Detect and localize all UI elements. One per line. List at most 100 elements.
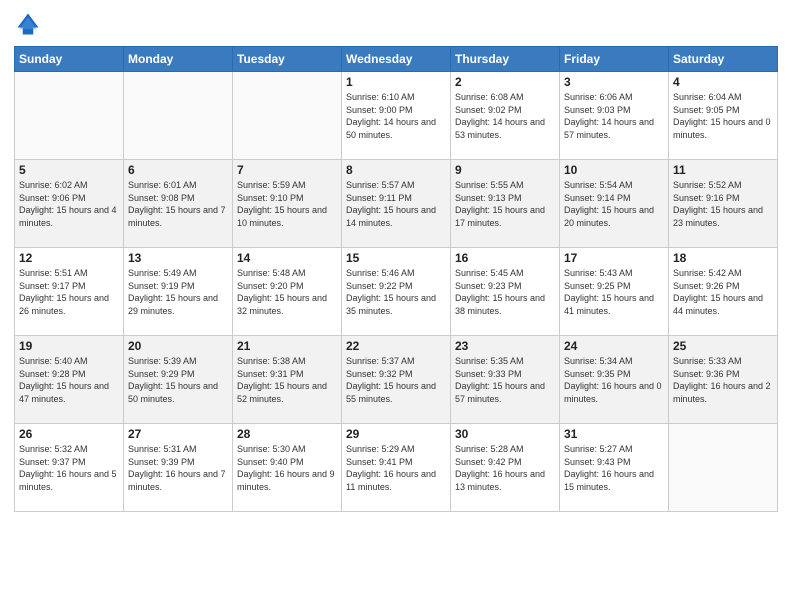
- day-number: 30: [455, 427, 555, 441]
- calendar-cell: 16 Sunrise: 5:45 AM Sunset: 9:23 PM Dayli…: [451, 248, 560, 336]
- calendar-cell: 25 Sunrise: 5:33 AM Sunset: 9:36 PM Dayli…: [669, 336, 778, 424]
- calendar-cell: 31 Sunrise: 5:27 AM Sunset: 9:43 PM Dayli…: [560, 424, 669, 512]
- calendar-cell: 26 Sunrise: 5:32 AM Sunset: 9:37 PM Dayli…: [15, 424, 124, 512]
- day-detail: Sunrise: 5:46 AM Sunset: 9:22 PM Dayligh…: [346, 267, 446, 317]
- calendar-cell: 24 Sunrise: 5:34 AM Sunset: 9:35 PM Dayli…: [560, 336, 669, 424]
- day-number: 8: [346, 163, 446, 177]
- day-number: 26: [19, 427, 119, 441]
- day-number: 20: [128, 339, 228, 353]
- day-number: 6: [128, 163, 228, 177]
- day-detail: Sunrise: 5:51 AM Sunset: 9:17 PM Dayligh…: [19, 267, 119, 317]
- day-detail: Sunrise: 6:06 AM Sunset: 9:03 PM Dayligh…: [564, 91, 664, 141]
- day-number: 17: [564, 251, 664, 265]
- day-number: 1: [346, 75, 446, 89]
- calendar-cell: 10 Sunrise: 5:54 AM Sunset: 9:14 PM Dayli…: [560, 160, 669, 248]
- day-detail: Sunrise: 6:04 AM Sunset: 9:05 PM Dayligh…: [673, 91, 773, 141]
- calendar-cell: 1 Sunrise: 6:10 AM Sunset: 9:00 PM Daylig…: [342, 72, 451, 160]
- page: SundayMondayTuesdayWednesdayThursdayFrid…: [0, 0, 792, 612]
- calendar-cell: [669, 424, 778, 512]
- day-detail: Sunrise: 5:40 AM Sunset: 9:28 PM Dayligh…: [19, 355, 119, 405]
- calendar-cell: 30 Sunrise: 5:28 AM Sunset: 9:42 PM Dayli…: [451, 424, 560, 512]
- weekday-header: Monday: [124, 47, 233, 72]
- day-number: 24: [564, 339, 664, 353]
- calendar-cell: [233, 72, 342, 160]
- day-detail: Sunrise: 5:32 AM Sunset: 9:37 PM Dayligh…: [19, 443, 119, 493]
- day-number: 29: [346, 427, 446, 441]
- day-number: 23: [455, 339, 555, 353]
- calendar-cell: [15, 72, 124, 160]
- day-detail: Sunrise: 5:42 AM Sunset: 9:26 PM Dayligh…: [673, 267, 773, 317]
- weekday-header: Friday: [560, 47, 669, 72]
- day-detail: Sunrise: 5:28 AM Sunset: 9:42 PM Dayligh…: [455, 443, 555, 493]
- day-number: 14: [237, 251, 337, 265]
- day-detail: Sunrise: 5:55 AM Sunset: 9:13 PM Dayligh…: [455, 179, 555, 229]
- day-detail: Sunrise: 5:31 AM Sunset: 9:39 PM Dayligh…: [128, 443, 228, 493]
- day-number: 5: [19, 163, 119, 177]
- day-detail: Sunrise: 5:30 AM Sunset: 9:40 PM Dayligh…: [237, 443, 337, 493]
- day-number: 27: [128, 427, 228, 441]
- calendar-cell: 20 Sunrise: 5:39 AM Sunset: 9:29 PM Dayli…: [124, 336, 233, 424]
- day-detail: Sunrise: 6:10 AM Sunset: 9:00 PM Dayligh…: [346, 91, 446, 141]
- header: [14, 10, 778, 38]
- day-number: 9: [455, 163, 555, 177]
- day-number: 2: [455, 75, 555, 89]
- day-number: 16: [455, 251, 555, 265]
- day-number: 13: [128, 251, 228, 265]
- calendar-cell: 18 Sunrise: 5:42 AM Sunset: 9:26 PM Dayli…: [669, 248, 778, 336]
- day-detail: Sunrise: 5:45 AM Sunset: 9:23 PM Dayligh…: [455, 267, 555, 317]
- day-detail: Sunrise: 5:27 AM Sunset: 9:43 PM Dayligh…: [564, 443, 664, 493]
- day-number: 10: [564, 163, 664, 177]
- day-detail: Sunrise: 5:37 AM Sunset: 9:32 PM Dayligh…: [346, 355, 446, 405]
- day-detail: Sunrise: 5:54 AM Sunset: 9:14 PM Dayligh…: [564, 179, 664, 229]
- calendar-cell: [124, 72, 233, 160]
- calendar-cell: 8Sunrise: 5:57 AM Sunset: 9:11 PM Daylig…: [342, 160, 451, 248]
- day-detail: Sunrise: 5:33 AM Sunset: 9:36 PM Dayligh…: [673, 355, 773, 405]
- calendar-cell: 22 Sunrise: 5:37 AM Sunset: 9:32 PM Dayli…: [342, 336, 451, 424]
- day-detail: Sunrise: 5:48 AM Sunset: 9:20 PM Dayligh…: [237, 267, 337, 317]
- day-detail: Sunrise: 6:08 AM Sunset: 9:02 PM Dayligh…: [455, 91, 555, 141]
- calendar-cell: 13 Sunrise: 5:49 AM Sunset: 9:19 PM Dayli…: [124, 248, 233, 336]
- day-detail: Sunrise: 5:35 AM Sunset: 9:33 PM Dayligh…: [455, 355, 555, 405]
- calendar-cell: 3Sunrise: 6:06 AM Sunset: 9:03 PM Daylig…: [560, 72, 669, 160]
- calendar-cell: 23 Sunrise: 5:35 AM Sunset: 9:33 PM Dayli…: [451, 336, 560, 424]
- logo: [14, 10, 46, 38]
- day-number: 18: [673, 251, 773, 265]
- calendar-cell: 4 Sunrise: 6:04 AM Sunset: 9:05 PM Daylig…: [669, 72, 778, 160]
- day-number: 11: [673, 163, 773, 177]
- calendar-cell: 12 Sunrise: 5:51 AM Sunset: 9:17 PM Dayli…: [15, 248, 124, 336]
- weekday-header: Thursday: [451, 47, 560, 72]
- day-number: 21: [237, 339, 337, 353]
- calendar-cell: 6 Sunrise: 6:01 AM Sunset: 9:08 PM Daylig…: [124, 160, 233, 248]
- weekday-header: Sunday: [15, 47, 124, 72]
- day-number: 25: [673, 339, 773, 353]
- weekday-header: Saturday: [669, 47, 778, 72]
- day-detail: Sunrise: 5:49 AM Sunset: 9:19 PM Dayligh…: [128, 267, 228, 317]
- calendar-cell: 28Sunrise: 5:30 AM Sunset: 9:40 PM Dayli…: [233, 424, 342, 512]
- day-number: 19: [19, 339, 119, 353]
- logo-icon: [14, 10, 42, 38]
- day-detail: Sunrise: 5:34 AM Sunset: 9:35 PM Dayligh…: [564, 355, 664, 405]
- calendar-cell: 19 Sunrise: 5:40 AM Sunset: 9:28 PM Dayli…: [15, 336, 124, 424]
- day-number: 22: [346, 339, 446, 353]
- calendar-cell: 27 Sunrise: 5:31 AM Sunset: 9:39 PM Dayli…: [124, 424, 233, 512]
- calendar-cell: 5 Sunrise: 6:02 AM Sunset: 9:06 PM Daylig…: [15, 160, 124, 248]
- day-detail: Sunrise: 5:29 AM Sunset: 9:41 PM Dayligh…: [346, 443, 446, 493]
- calendar-cell: 9 Sunrise: 5:55 AM Sunset: 9:13 PM Daylig…: [451, 160, 560, 248]
- day-detail: Sunrise: 5:39 AM Sunset: 9:29 PM Dayligh…: [128, 355, 228, 405]
- day-detail: Sunrise: 5:43 AM Sunset: 9:25 PM Dayligh…: [564, 267, 664, 317]
- day-detail: Sunrise: 5:59 AM Sunset: 9:10 PM Dayligh…: [237, 179, 337, 229]
- day-detail: Sunrise: 6:02 AM Sunset: 9:06 PM Dayligh…: [19, 179, 119, 229]
- calendar-cell: 7Sunrise: 5:59 AM Sunset: 9:10 PM Daylig…: [233, 160, 342, 248]
- calendar-cell: 17 Sunrise: 5:43 AM Sunset: 9:25 PM Dayli…: [560, 248, 669, 336]
- day-detail: Sunrise: 5:52 AM Sunset: 9:16 PM Dayligh…: [673, 179, 773, 229]
- calendar-cell: 11 Sunrise: 5:52 AM Sunset: 9:16 PM Dayli…: [669, 160, 778, 248]
- day-number: 4: [673, 75, 773, 89]
- day-number: 31: [564, 427, 664, 441]
- day-number: 15: [346, 251, 446, 265]
- calendar-cell: 14 Sunrise: 5:48 AM Sunset: 9:20 PM Dayli…: [233, 248, 342, 336]
- calendar-cell: 21 Sunrise: 5:38 AM Sunset: 9:31 PM Dayli…: [233, 336, 342, 424]
- weekday-header: Wednesday: [342, 47, 451, 72]
- day-detail: Sunrise: 6:01 AM Sunset: 9:08 PM Dayligh…: [128, 179, 228, 229]
- day-detail: Sunrise: 5:38 AM Sunset: 9:31 PM Dayligh…: [237, 355, 337, 405]
- day-number: 12: [19, 251, 119, 265]
